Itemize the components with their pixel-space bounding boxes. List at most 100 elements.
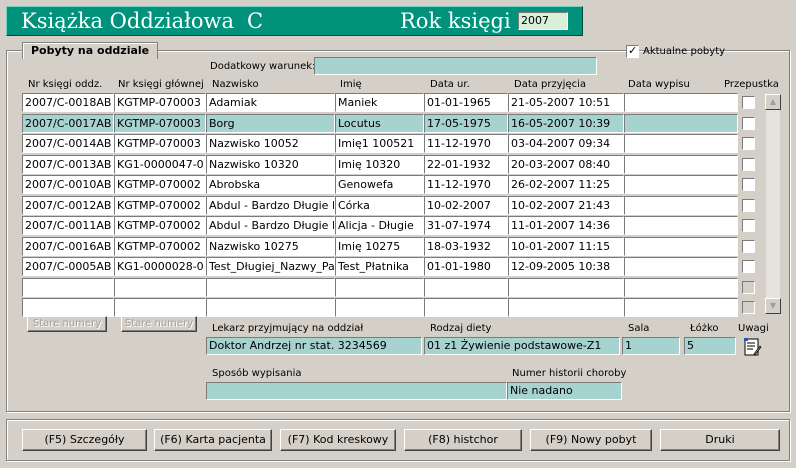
table-cell[interactable] [335,278,424,297]
print-button[interactable]: Druki [660,429,780,451]
table-cell[interactable]: 18-03-1932 [424,237,508,256]
table-cell[interactable]: 2007/C-0017AB [22,114,114,133]
table-cell[interactable]: KGTMP-070002 [114,196,206,215]
table-cell[interactable]: Imię 10320 [335,155,424,174]
table-cell[interactable] [624,216,738,235]
tab-stays[interactable]: Pobyty na oddziale [22,42,159,59]
table-cell[interactable]: 01-01-1980 [424,257,508,276]
table-cell[interactable]: Alicja - Długie [335,216,424,235]
table-cell[interactable] [206,298,335,317]
table-cell[interactable] [206,278,335,297]
table-cell[interactable] [624,257,738,276]
year-input[interactable]: 2007 [518,12,568,30]
pass-checkbox[interactable] [742,178,755,191]
discharge-field[interactable] [206,382,507,400]
table-cell[interactable]: KG1-0000028-0 [114,257,206,276]
table-cell[interactable]: KG1-0000047-0 [114,155,206,174]
table-cell[interactable]: 12-09-2005 10:38 [508,257,624,276]
diet-field[interactable]: 01 z1 Żywienie podstawowe-Z1 [424,337,620,355]
table-cell[interactable] [22,278,114,297]
old-numbers-button-1[interactable]: Stare numery [27,316,107,332]
table-cell[interactable]: Test_Długiej_Nazwy_Pa [206,257,335,276]
scroll-up-icon[interactable]: ▲ [765,94,781,110]
notes-button[interactable] [742,337,762,357]
pass-checkbox[interactable] [742,301,755,314]
table-cell[interactable]: 11-01-2007 14:36 [508,216,624,235]
details-button[interactable]: (F5) Szczegóły [22,429,147,451]
table-cell[interactable]: 17-05-1975 [424,114,508,133]
patient-card-button[interactable]: (F6) Karta pacjenta [154,429,272,451]
pass-checkbox[interactable] [742,199,755,212]
bed-field[interactable]: 5 [684,337,736,355]
table-cell[interactable] [624,93,738,112]
table-cell[interactable]: 20-03-2007 08:40 [508,155,624,174]
table-cell[interactable]: 2007/C-0012AB [22,196,114,215]
pass-checkbox[interactable] [742,158,755,171]
current-stays-checkbox[interactable]: ✓ [626,44,639,58]
table-cell[interactable]: 2007/C-0005AB [22,257,114,276]
table-cell[interactable]: 2007/C-0013AB [22,155,114,174]
doctor-field[interactable]: Doktor Andrzej nr stat. 3234569 [206,337,422,355]
table-cell[interactable]: Abdul - Bardzo Długie N [206,216,335,235]
table-cell[interactable]: Imię 10275 [335,237,424,256]
table-cell[interactable] [114,298,206,317]
table-cell[interactable]: Nazwisko 10320 [206,155,335,174]
table-cell[interactable]: Nazwisko 10052 [206,134,335,153]
table-cell[interactable]: Borg [206,114,335,133]
table-cell[interactable]: KGTMP-070002 [114,175,206,194]
table-cell[interactable] [624,237,738,256]
filter-input[interactable] [314,57,597,75]
table-cell[interactable] [424,298,508,317]
table-scrollbar[interactable]: ▲ ▼ [765,94,781,314]
table-cell[interactable]: Abdul - Bardzo Długie N [206,196,335,215]
table-cell[interactable] [624,175,738,194]
table-cell[interactable] [335,298,424,317]
table-cell[interactable] [508,278,624,297]
table-cell[interactable] [114,278,206,297]
table-cell[interactable]: Abrobska [206,175,335,194]
table-cell[interactable] [624,155,738,174]
table-cell[interactable] [624,298,738,317]
pass-checkbox[interactable] [742,117,755,130]
pass-checkbox[interactable] [742,240,755,253]
table-cell[interactable]: 16-05-2007 10:39 [508,114,624,133]
histchor-button[interactable]: (F8) histchor [404,429,522,451]
table-cell[interactable]: Maniek [335,93,424,112]
table-cell[interactable]: Test_Płatnika [335,257,424,276]
table-cell[interactable]: KGTMP-070003 [114,93,206,112]
new-stay-button[interactable]: (F9) Nowy pobyt [530,429,652,451]
table-cell[interactable]: 31-07-1974 [424,216,508,235]
table-cell[interactable] [624,134,738,153]
table-cell[interactable]: KGTMP-070003 [114,134,206,153]
scroll-down-icon[interactable]: ▼ [765,298,781,314]
table-cell[interactable] [624,278,738,297]
table-cell[interactable] [424,278,508,297]
table-cell[interactable]: Genowefa [335,175,424,194]
old-numbers-button-2[interactable]: Stare numery [121,316,197,332]
table-cell[interactable]: KGTMP-070002 [114,216,206,235]
pass-checkbox[interactable] [742,260,755,273]
table-cell[interactable] [22,298,114,317]
table-cell[interactable]: 26-02-2007 11:25 [508,175,624,194]
pass-checkbox[interactable] [742,137,755,150]
table-cell[interactable]: 21-05-2007 10:51 [508,93,624,112]
table-cell[interactable]: 03-04-2007 09:34 [508,134,624,153]
table-cell[interactable]: 10-02-2007 [424,196,508,215]
table-cell[interactable]: 2007/C-0011AB [22,216,114,235]
table-cell[interactable]: Imię1 100521 [335,134,424,153]
table-cell[interactable]: 22-01-1932 [424,155,508,174]
room-field[interactable]: 1 [622,337,680,355]
table-cell[interactable]: 2007/C-0018AB [22,93,114,112]
barcode-button[interactable]: (F7) Kod kreskowy [280,429,396,451]
table-cell[interactable]: Locutus [335,114,424,133]
table-cell[interactable]: 11-12-1970 [424,175,508,194]
table-cell[interactable]: 01-01-1965 [424,93,508,112]
history-field[interactable]: Nie nadano [507,382,622,400]
table-cell[interactable]: 2007/C-0016AB [22,237,114,256]
pass-checkbox[interactable] [742,96,755,109]
pass-checkbox[interactable] [742,219,755,232]
table-cell[interactable] [508,298,624,317]
pass-checkbox[interactable] [742,281,755,294]
table-cell[interactable]: 2007/C-0014AB [22,134,114,153]
table-cell[interactable]: 2007/C-0010AB [22,175,114,194]
